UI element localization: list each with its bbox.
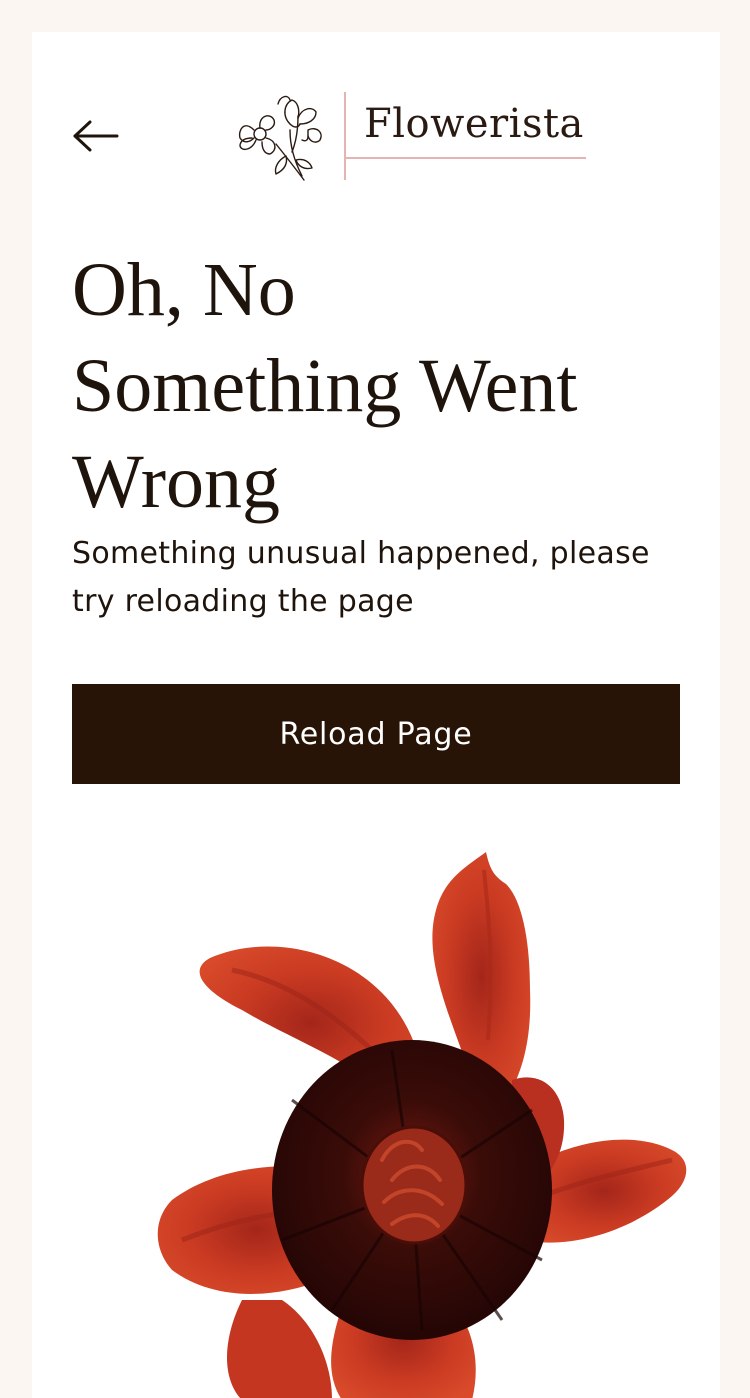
brand-logo[interactable]: Flowerista <box>232 90 592 182</box>
error-title: Oh, No Something Went Wrong <box>72 242 692 530</box>
logo-underline <box>344 157 586 159</box>
error-title-line: Wrong <box>72 440 280 524</box>
red-poppy-flower-illustration <box>157 852 687 1398</box>
error-title-line: Something Went <box>72 344 578 428</box>
reload-page-button[interactable]: Reload Page <box>72 684 680 784</box>
error-title-line: Oh, No <box>72 248 296 332</box>
brand-name: Flowerista <box>364 101 584 147</box>
error-card: Flowerista Oh, No Something Went Wrong S… <box>32 32 720 1398</box>
logo-divider <box>344 92 346 180</box>
back-button[interactable] <box>72 118 120 154</box>
flower-sketch-icon <box>238 95 322 181</box>
arrow-left-icon <box>73 120 119 152</box>
error-message: Something unusual happened, please try r… <box>72 536 650 619</box>
